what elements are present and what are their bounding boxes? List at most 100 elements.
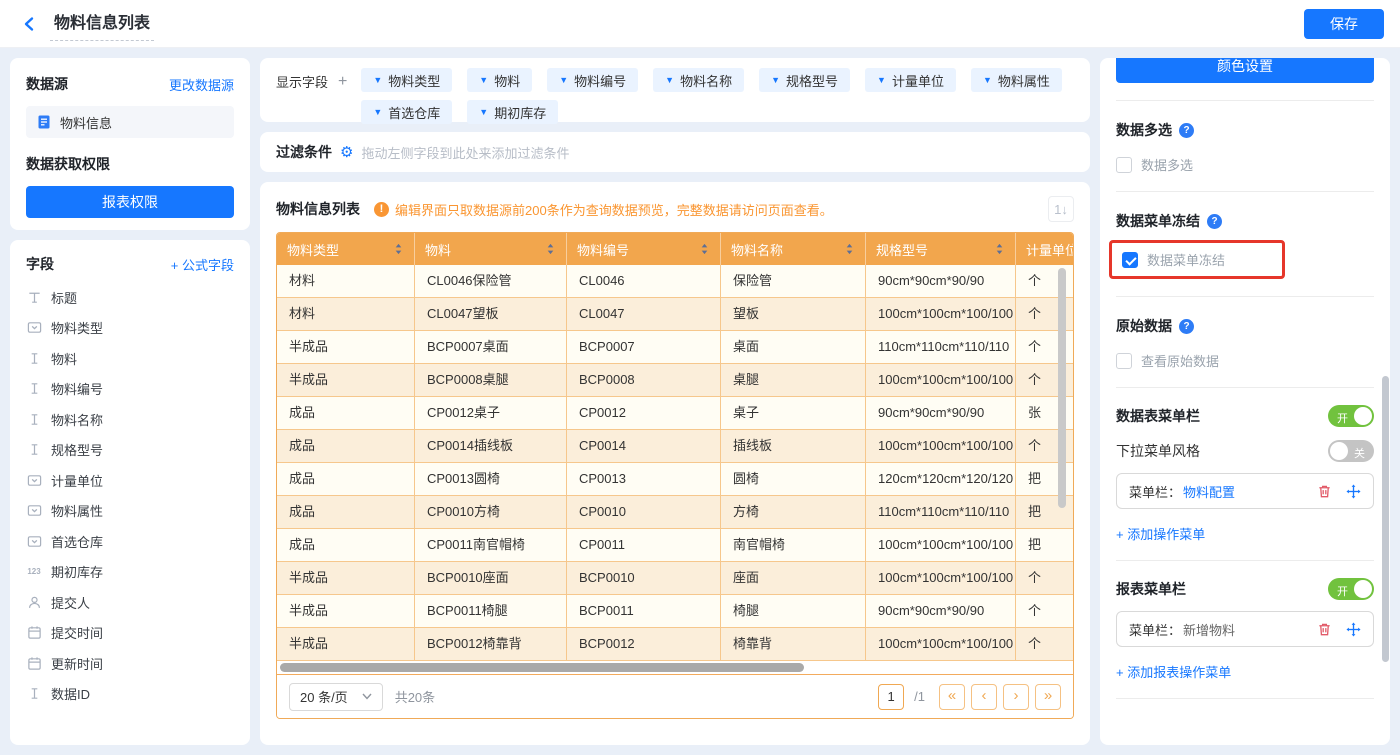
report-menu-toggle[interactable]: 开 [1328,578,1374,600]
table-row[interactable]: 成品 CP0014插线板 CP0014 插线板 100cm*100cm*100/100 个 [277,430,1073,463]
filter-card[interactable]: 过滤条件 ⚙ 拖动左侧字段到此处来添加过滤条件 [260,132,1090,172]
multi-select-checkbox[interactable] [1116,156,1132,173]
prev-page-button[interactable]: ‹ [971,683,997,710]
text-icon [26,411,42,427]
field-item-material-type[interactable]: 物料类型 [26,313,234,344]
trash-icon[interactable] [1317,622,1332,637]
field-item-material-name[interactable]: 物料名称 [26,404,234,435]
chip-material-name[interactable]: ▼ 物料名称 [653,68,745,92]
center-panel: 显示字段 + ▼ 物料类型 ▼ 物料 ▼ 物料编号 ▼ 物料名称 ▼ 规格型号 ▼ 计量单位… [260,58,1090,745]
field-item-material[interactable]: 物料 [26,343,234,374]
cell: 110cm*110cm*110/110 [866,496,1016,528]
column-label: 物料编号 [577,242,630,258]
question-icon[interactable]: ? [1179,122,1194,138]
sort-arrows-icon[interactable] [699,242,710,256]
trash-icon[interactable] [1317,484,1332,499]
table-row[interactable]: 成品 CP0013圆椅 CP0013 圆椅 120cm*120cm*120/120 把 [277,463,1073,496]
field-item-title[interactable]: 标题 [26,282,234,313]
column-header[interactable]: 物料类型 [277,233,415,265]
field-item-warehouse[interactable]: 首选仓库 [26,526,234,557]
sort-arrows-icon[interactable] [844,242,855,256]
report-permission-button[interactable]: 报表权限 [26,186,234,218]
vertical-scrollbar-thumb[interactable] [1058,268,1066,508]
menu-name-link[interactable]: 物料配置 [1183,482,1235,501]
chip-warehouse[interactable]: ▼ 首选仓库 [361,100,453,124]
cell: 方椅 [721,496,866,528]
page-size-select[interactable]: 20 条/页 [289,682,383,711]
column-header[interactable]: 物料编号 [567,233,721,265]
next-page-button[interactable]: › [1003,683,1029,710]
chip-material[interactable]: ▼ 物料 [467,68,533,92]
table-row[interactable]: 成品 CP0011南官帽椅 CP0011 南官帽椅 100cm*100cm*100/10… [277,529,1073,562]
field-item-initial-stock[interactable]: 123 期初库存 [26,557,234,588]
table-row[interactable]: 材料 CL0047望板 CL0047 望板 100cm*100cm*100/100 个 [277,298,1073,331]
cell: BCP0011椅腿 [415,595,567,627]
field-item-spec[interactable]: 规格型号 [26,435,234,466]
first-page-button[interactable]: « [939,683,965,710]
field-item-material-code[interactable]: 物料编号 [26,374,234,405]
field-item-data-id[interactable]: 数据ID [26,679,234,710]
sort-arrows-icon[interactable] [994,242,1005,256]
table-row[interactable]: 半成品 BCP0012椅靠背 BCP0012 椅靠背 100cm*100cm*100/1… [277,628,1073,661]
column-label: 计量单位 [1026,242,1074,258]
add-action-menu-link[interactable]: + 添加操作菜单 [1116,524,1374,543]
page-number-input[interactable] [878,683,905,710]
color-settings-button[interactable]: 颜色设置 [1116,58,1374,83]
question-icon[interactable]: ? [1207,213,1222,229]
chip-initial-stock[interactable]: ▼ 期初库存 [467,100,559,124]
raw-data-checkbox[interactable] [1116,352,1132,369]
table-row[interactable]: 成品 CP0012桌子 CP0012 桌子 90cm*90cm*90/90 张 [277,397,1073,430]
table-row[interactable]: 材料 CL0046保险管 CL0046 保险管 90cm*90cm*90/90 个 [277,265,1073,298]
horizontal-scrollbar[interactable] [277,661,1073,674]
report-menu-item[interactable]: 菜单栏： 新增物料 [1116,611,1374,647]
menu-name[interactable]: 新增物料 [1183,620,1235,639]
add-display-field-button[interactable]: + [338,73,347,91]
panel-scrollbar-thumb[interactable] [1382,376,1389,662]
menu-freeze-checkbox[interactable] [1122,251,1138,268]
sort-arrows-icon[interactable] [545,242,556,256]
table-row[interactable]: 成品 CP0010方椅 CP0010 方椅 110cm*110cm*110/110 把 [277,496,1073,529]
change-datasource-link[interactable]: 更改数据源 [169,75,234,94]
chip-material-code[interactable]: ▼ 物料编号 [547,68,639,92]
question-icon[interactable]: ? [1179,318,1194,334]
sort-order-button[interactable]: 1↓ [1048,196,1074,222]
settings-panel: 颜色设置 数据多选 ? 数据多选 数据菜单冻结 ? 数据菜单冻结 原始数据 ? … [1100,58,1390,745]
field-item-unit[interactable]: 计量单位 [26,465,234,496]
table-menu-item[interactable]: 菜单栏： 物料配置 [1116,473,1374,509]
chip-spec[interactable]: ▼ 规格型号 [759,68,851,92]
field-item-submitter[interactable]: 提交人 [26,587,234,618]
dropdown-style-toggle[interactable]: 关 [1328,440,1374,462]
sort-arrows-icon[interactable] [393,242,404,256]
last-page-button[interactable]: » [1035,683,1061,710]
table-row[interactable]: 半成品 BCP0011椅腿 BCP0011 椅腿 90cm*90cm*90/90 个 [277,595,1073,628]
column-header[interactable]: 物料名称 [721,233,866,265]
cell: 半成品 [277,595,415,627]
column-header[interactable]: 计量单位 [1016,233,1074,265]
chip-material-attr[interactable]: ▼ 物料属性 [970,68,1062,92]
page-title[interactable]: 物料信息列表 [50,7,155,41]
table-row[interactable]: 半成品 BCP0008桌腿 BCP0008 桌腿 100cm*100cm*100/100… [277,364,1073,397]
chip-label: 首选仓库 [388,105,441,121]
datasource-item[interactable]: 物料信息 [26,106,234,138]
text-icon [26,442,42,458]
column-header[interactable]: 规格型号 [866,233,1016,265]
field-item-material-attr[interactable]: 物料属性 [26,496,234,527]
move-icon[interactable] [1346,483,1361,499]
move-icon[interactable] [1346,621,1361,637]
field-label: 更新时间 [51,656,104,672]
field-item-update-time[interactable]: 更新时间 [26,648,234,679]
table-row[interactable]: 半成品 BCP0007桌面 BCP0007 桌面 110cm*110cm*110/110… [277,331,1073,364]
column-header[interactable]: 物料 [415,233,567,265]
chip-material-type[interactable]: ▼ 物料类型 [361,68,453,92]
table-row[interactable]: 半成品 BCP0010座面 BCP0010 座面 100cm*100cm*100/100… [277,562,1073,595]
save-button[interactable]: 保存 [1304,8,1384,39]
horizontal-scrollbar-thumb[interactable] [280,663,804,672]
formula-field-link[interactable]: + 公式字段 [171,255,234,274]
filter-hint: 拖动左侧字段到此处来添加过滤条件 [361,145,570,161]
table-menu-toggle[interactable]: 开 [1328,405,1374,427]
back-button[interactable] [16,10,44,38]
chip-unit[interactable]: ▼ 计量单位 [865,68,956,92]
field-item-submit-time[interactable]: 提交时间 [26,618,234,649]
gear-icon[interactable]: ⚙ [340,143,353,161]
add-report-menu-link[interactable]: + 添加报表操作菜单 [1116,662,1374,681]
